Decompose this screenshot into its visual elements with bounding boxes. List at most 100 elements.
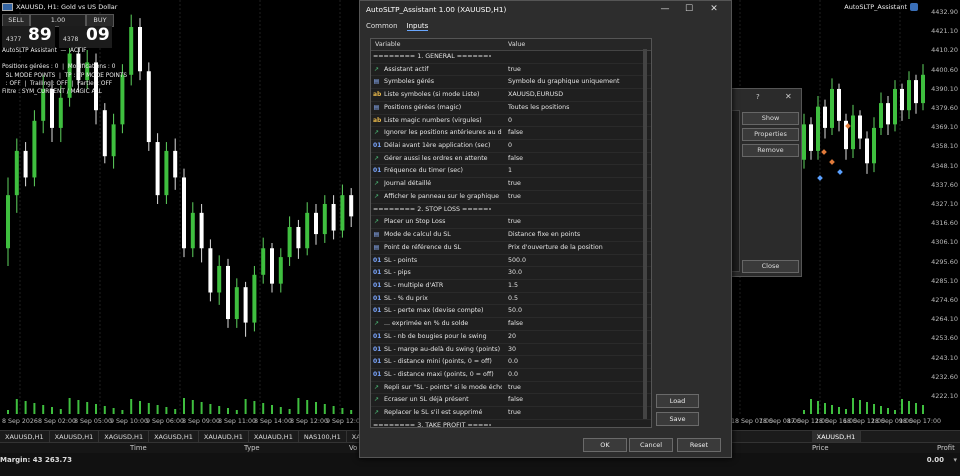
input-row[interactable]: 01 Délai avant 1ère application (sec) 0 [371, 140, 651, 153]
input-row[interactable]: ↗ Écraser un SL déjà présent false [371, 394, 651, 408]
volume-bar [279, 407, 282, 414]
input-value[interactable]: 50.0 [508, 307, 522, 314]
input-value[interactable]: Toutes les positions [508, 104, 569, 111]
input-value[interactable]: true [508, 193, 521, 200]
help-icon[interactable]: ? [756, 93, 760, 101]
input-value[interactable]: 30 [508, 346, 516, 353]
close-icon[interactable]: ✕ [785, 92, 792, 101]
volume-bar [315, 402, 317, 414]
input-row[interactable]: 01 SL - multiple d'ATR 1.5 [371, 280, 651, 293]
input-row[interactable]: ↗ Placer un Stop Loss true [371, 216, 651, 230]
input-value[interactable]: XAUUSD,EURUSD [508, 91, 563, 98]
input-value[interactable]: 0 [508, 142, 512, 149]
volume-bar [824, 403, 826, 414]
dropdown-icon[interactable]: ▾ [953, 456, 957, 464]
input-variable-name: Journal détaillé [384, 180, 432, 188]
input-variable-name: Ignorer les positions antérieures au dé.… [384, 129, 502, 137]
input-value[interactable]: false [508, 396, 523, 403]
show-button[interactable]: Show [742, 112, 799, 125]
input-row[interactable]: ↗ ... exprimée en % du solde false [371, 318, 651, 331]
input-row[interactable]: ↗ Gérer aussi les ordres en attente false [371, 153, 651, 166]
reset-button[interactable]: Reset [677, 438, 721, 452]
input-row[interactable]: 01 SL - points 500.0 [371, 255, 651, 268]
input-row[interactable]: 01 SL - distance maxi (points, 0 = off) 0.… [371, 369, 651, 382]
input-row[interactable]: ▤ Mode de calcul du SL Distance fixe en po… [371, 229, 651, 242]
input-value[interactable]: true [508, 409, 521, 416]
tab-common[interactable]: Common [366, 22, 398, 31]
input-row[interactable]: 01 SL - nb de bougies pour le swing 20 [371, 331, 651, 344]
input-row[interactable]: ↗ Ignorer les positions antérieures au dé… [371, 127, 651, 141]
str-type-icon: ab [373, 116, 382, 124]
input-row[interactable]: ↗ Replacer le SL s'il est supprimé true [371, 407, 651, 420]
input-row[interactable]: ↗ Assistant actif true [371, 64, 651, 77]
col-type[interactable]: Type [244, 444, 260, 452]
expert-smiley-icon[interactable] [910, 3, 918, 11]
inputs-grid[interactable]: Variable Value ======== 1. GENERAL =====… [370, 38, 652, 428]
input-value[interactable]: 0.0 [508, 358, 518, 365]
input-row[interactable]: ======== 3. TAKE PROFIT ======== [371, 420, 651, 427]
maximize-icon[interactable]: ☐ [678, 3, 700, 15]
col-profit[interactable]: Profit [937, 444, 955, 452]
input-row[interactable]: ab Liste symboles (si mode Liste) XAUUSD,E… [371, 89, 651, 102]
input-row[interactable]: ▤ Positions gérées (magic) Toutes les posi… [371, 102, 651, 115]
input-value[interactable]: 20 [508, 333, 516, 340]
col-variable-header[interactable]: Variable [375, 41, 401, 48]
input-value[interactable]: false [508, 320, 523, 327]
input-value[interactable]: 0 [508, 117, 512, 124]
save-button[interactable]: Save [656, 412, 699, 426]
candle-body [886, 103, 890, 125]
input-row[interactable]: ======== 1. GENERAL ======== [371, 51, 651, 64]
col-value-header[interactable]: Value [508, 41, 525, 48]
input-row[interactable]: ↗ Repli sur "SL - points" si le mode écho… [371, 382, 651, 395]
input-row[interactable]: ▤ Symboles gérés Symbole du graphique uniq… [371, 76, 651, 90]
bool-type-icon: ↗ [373, 396, 380, 404]
volume-bar [810, 399, 812, 414]
input-value[interactable]: Symbole du graphique uniquement [508, 78, 619, 85]
price-tick-label: 4295.60 [931, 257, 958, 266]
input-value[interactable]: 1 [508, 167, 512, 174]
load-button[interactable]: Load [656, 394, 699, 408]
input-row[interactable]: 01 Fréquence du timer (sec) 1 [371, 165, 651, 179]
grid-scrollbar[interactable] [643, 49, 647, 419]
input-row[interactable]: 01 SL - pips 30.0 [371, 267, 651, 280]
remove-button[interactable]: Remove [742, 144, 799, 157]
input-value[interactable]: true [508, 218, 521, 225]
minimize-icon[interactable]: — [654, 3, 676, 15]
tab-inputs[interactable]: Inputs [406, 22, 429, 31]
input-row[interactable]: 01 SL - % du prix 0.5 [371, 293, 651, 306]
input-value[interactable]: Distance fixe en points [508, 231, 580, 238]
bool-type-icon: ↗ [373, 180, 380, 188]
close-button[interactable]: Close [742, 260, 799, 273]
input-row[interactable]: ======== 2. STOP LOSS ======== [371, 204, 651, 217]
input-value[interactable]: true [508, 180, 521, 187]
col-volume[interactable]: Vo [349, 444, 357, 452]
col-time[interactable]: Time [130, 444, 147, 452]
close-icon[interactable]: ✕ [703, 3, 725, 15]
num-type-icon: 01 [373, 332, 382, 340]
cancel-button[interactable]: Cancel [629, 438, 673, 452]
input-value[interactable]: true [508, 384, 521, 391]
input-row[interactable]: ab Liste magic numbers (virgules) 0 [371, 115, 651, 128]
input-row[interactable]: ↗ Afficher le panneau sur le graphique tru… [371, 191, 651, 204]
input-value[interactable]: false [508, 155, 523, 162]
input-value[interactable]: 0.5 [508, 295, 518, 302]
properties-button[interactable]: Properties [742, 128, 799, 141]
input-row[interactable]: ▤ Point de référence du SL Prix d'ouvertur… [371, 242, 651, 255]
input-row[interactable]: ↗ Journal détaillé true [371, 178, 651, 191]
col-price[interactable]: Price [812, 444, 829, 452]
ok-button[interactable]: OK [583, 438, 627, 452]
volume-bar [174, 409, 177, 414]
input-value[interactable]: 500.0 [508, 257, 526, 264]
num-type-icon: 01 [373, 256, 382, 264]
input-row[interactable]: 01 SL - marge au-delà du swing (points) 30 [371, 344, 651, 357]
input-value[interactable]: 1.5 [508, 282, 518, 289]
input-row[interactable]: 01 SL - distance mini (points, 0 = off) 0.… [371, 356, 651, 369]
input-value[interactable]: Prix d'ouverture de la position [508, 244, 603, 251]
input-value[interactable]: false [508, 129, 523, 136]
volume-bar [235, 410, 238, 414]
input-value[interactable]: 0.0 [508, 371, 518, 378]
input-row[interactable]: 01 SL - perte max (devise compte) 50.0 [371, 305, 651, 319]
price-tick-label: 4358.10 [931, 142, 958, 151]
input-value[interactable]: 30.0 [508, 269, 522, 276]
input-value[interactable]: true [508, 66, 521, 73]
